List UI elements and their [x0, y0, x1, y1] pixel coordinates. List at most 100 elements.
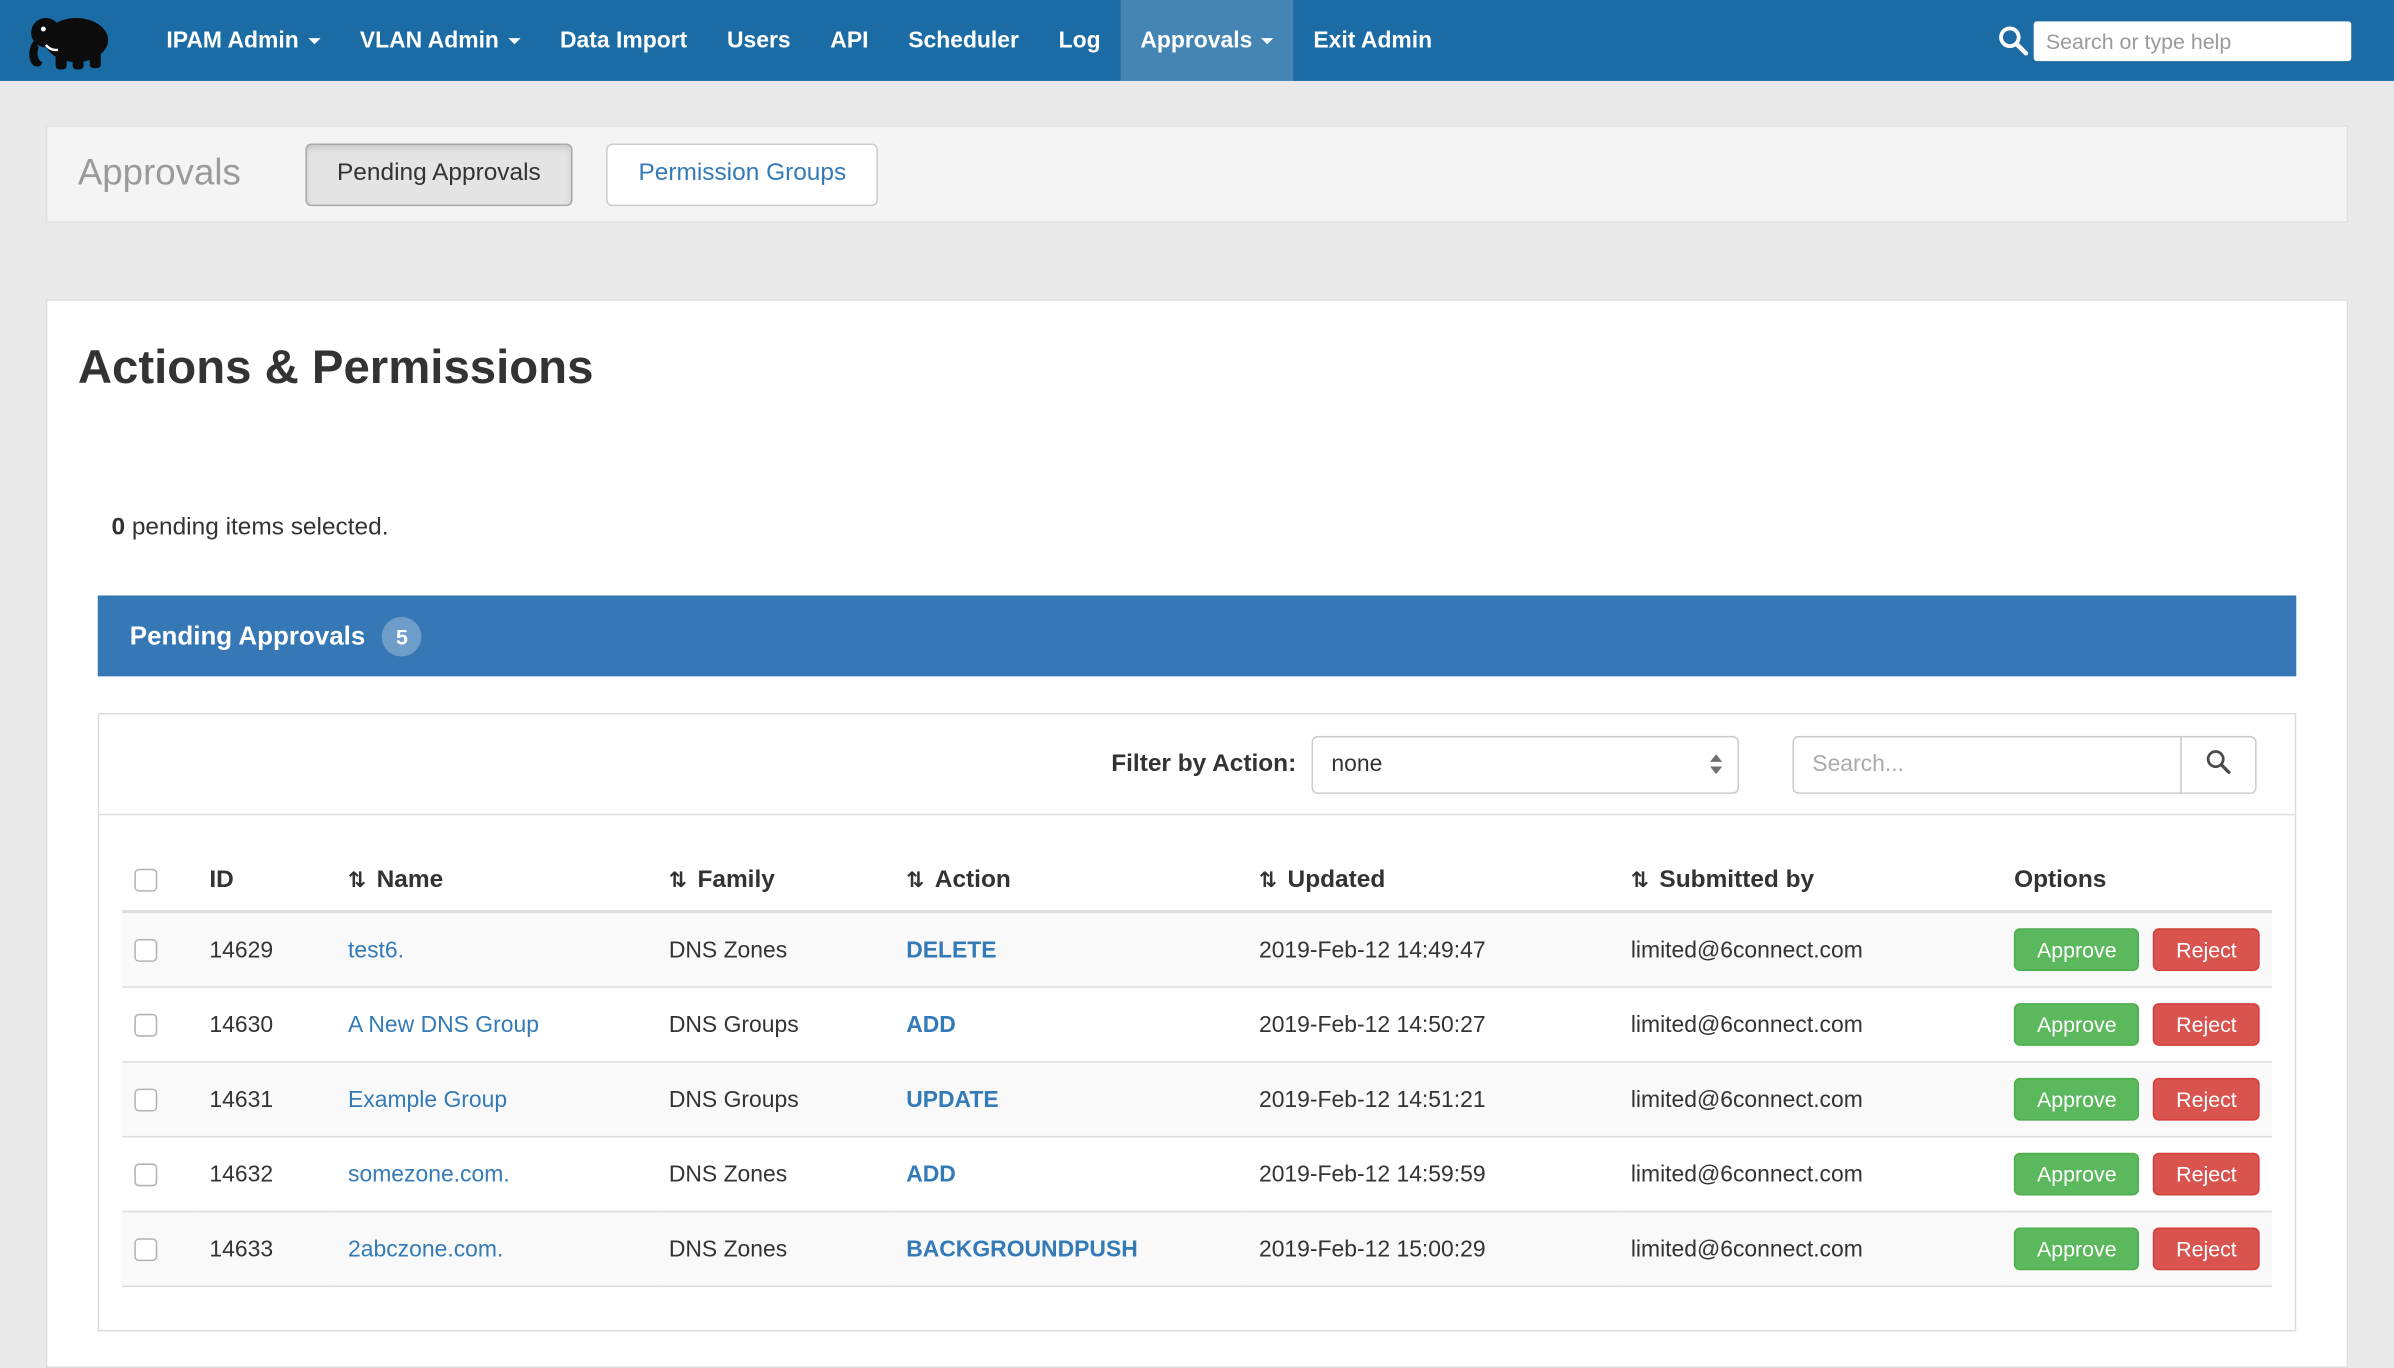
sort-icon: ⇅: [906, 867, 924, 891]
row-checkbox[interactable]: [134, 1089, 157, 1112]
cell-action: DELETE: [894, 911, 1247, 987]
record-link[interactable]: Example Group: [348, 1086, 507, 1112]
cell-submitted-by: limited@6connect.com: [1619, 1212, 2002, 1287]
cell-checkbox: [122, 911, 197, 987]
main-panel: Actions & Permissions 0 pending items se…: [46, 299, 2348, 1368]
page-title: Actions & Permissions: [78, 340, 2347, 395]
table-row: 14629test6.DNS ZonesDELETE2019-Feb-12 14…: [122, 911, 2272, 987]
reject-button[interactable]: Reject: [2153, 1228, 2259, 1271]
column-label: Submitted by: [1659, 867, 1814, 893]
column-header-submitted-by[interactable]: ⇅ Submitted by: [1619, 852, 2002, 912]
column-header-updated[interactable]: ⇅Updated: [1247, 852, 1619, 912]
sort-icon: ⇅: [1631, 867, 1649, 891]
nav-item-ipam-admin[interactable]: IPAM Admin: [147, 0, 340, 81]
nav-item-exit-admin[interactable]: Exit Admin: [1294, 0, 1452, 81]
approve-button[interactable]: Approve: [2014, 1078, 2139, 1121]
cell-name: A New DNS Group: [336, 987, 657, 1062]
cell-name: 2abczone.com.: [336, 1212, 657, 1287]
select-arrows-icon: [1710, 754, 1722, 774]
caret-down-icon: [508, 37, 520, 43]
reject-button[interactable]: Reject: [2153, 928, 2259, 971]
row-checkbox[interactable]: [134, 1238, 157, 1261]
column-label: ID: [209, 867, 233, 893]
provision-elephant-logo[interactable]: [27, 8, 116, 72]
help-search-input[interactable]: [2034, 21, 2352, 61]
nav-item-label: Log: [1059, 27, 1101, 53]
cell-submitted-by: limited@6connect.com: [1619, 1062, 2002, 1137]
action-filter-select[interactable]: none: [1312, 735, 1740, 793]
selected-filter-value: none: [1331, 751, 1382, 777]
row-checkbox[interactable]: [134, 1163, 157, 1186]
cell-updated: 2019-Feb-12 14:59:59: [1247, 1137, 1619, 1212]
tab-pending-approvals[interactable]: Pending Approvals: [305, 143, 573, 206]
panel-title: Pending Approvals: [130, 621, 366, 652]
caret-down-icon: [1261, 37, 1273, 43]
nav-item-log[interactable]: Log: [1039, 0, 1121, 81]
record-link[interactable]: A New DNS Group: [348, 1011, 539, 1037]
cell-checkbox: [122, 1062, 197, 1137]
action-label: DELETE: [906, 937, 996, 963]
cell-submitted-by: limited@6connect.com: [1619, 987, 2002, 1062]
tab-permission-groups[interactable]: Permission Groups: [606, 143, 878, 206]
table-row: 14631Example GroupDNS GroupsUPDATE2019-F…: [122, 1062, 2272, 1137]
nav-item-scheduler[interactable]: Scheduler: [888, 0, 1038, 81]
approve-button[interactable]: Approve: [2014, 1003, 2139, 1046]
column-header-id: ID: [197, 852, 336, 912]
selected-summary: 0 pending items selected.: [111, 515, 2346, 542]
nav-item-users[interactable]: Users: [707, 0, 810, 81]
cell-checkbox: [122, 1212, 197, 1287]
nav-item-label: IPAM Admin: [166, 27, 298, 53]
approve-button[interactable]: Approve: [2014, 1228, 2139, 1271]
table-header-row: ID⇅Name⇅Family⇅Action⇅Updated⇅Submitted …: [122, 852, 2272, 912]
cell-name: somezone.com.: [336, 1137, 657, 1212]
cell-updated: 2019-Feb-12 14:49:47: [1247, 911, 1619, 987]
cell-action: BACKGROUNDPUSH: [894, 1212, 1247, 1287]
table-search-group: [1792, 735, 2256, 793]
cell-name: Example Group: [336, 1062, 657, 1137]
search-icon[interactable]: [1997, 24, 2029, 56]
section-title: Approvals: [78, 153, 241, 196]
nav-item-approvals[interactable]: Approvals: [1120, 0, 1293, 81]
cell-submitted-by: limited@6connect.com: [1619, 1137, 2002, 1212]
record-link[interactable]: 2abczone.com.: [348, 1236, 503, 1262]
reject-button[interactable]: Reject: [2153, 1003, 2259, 1046]
table-row: 14630A New DNS GroupDNS GroupsADD2019-Fe…: [122, 987, 2272, 1062]
record-link[interactable]: test6.: [348, 937, 404, 963]
search-icon: [2205, 748, 2232, 780]
reject-button[interactable]: Reject: [2153, 1078, 2259, 1121]
cell-submitted-by: limited@6connect.com: [1619, 911, 2002, 987]
cell-options: Approve Reject: [2002, 1062, 2272, 1137]
cell-family: DNS Groups: [657, 987, 894, 1062]
nav-item-api[interactable]: API: [810, 0, 888, 81]
caret-down-icon: [308, 37, 320, 43]
sort-icon: ⇅: [348, 867, 366, 891]
cell-options: Approve Reject: [2002, 987, 2272, 1062]
nav-item-label: Users: [727, 27, 791, 53]
cell-id: 14629: [197, 911, 336, 987]
nav-item-label: Scheduler: [908, 27, 1019, 53]
nav-item-data-import[interactable]: Data Import: [540, 0, 707, 81]
row-checkbox[interactable]: [134, 939, 157, 962]
column-header-name[interactable]: ⇅Name: [336, 852, 657, 912]
record-link[interactable]: somezone.com.: [348, 1161, 510, 1187]
cell-options: Approve Reject: [2002, 1137, 2272, 1212]
cell-updated: 2019-Feb-12 14:50:27: [1247, 987, 1619, 1062]
nav-item-label: VLAN Admin: [360, 27, 499, 53]
nav-item-label: Data Import: [560, 27, 687, 53]
approvals-header-bar: Approvals Pending Approvals Permission G…: [46, 125, 2348, 223]
table-search-button[interactable]: [2180, 735, 2256, 793]
cell-action: ADD: [894, 1137, 1247, 1212]
table-search-input[interactable]: [1792, 735, 2181, 793]
approve-button[interactable]: Approve: [2014, 1153, 2139, 1196]
cell-checkbox: [122, 1137, 197, 1212]
column-label: Updated: [1288, 867, 1386, 893]
select-all-checkbox[interactable]: [134, 869, 157, 892]
column-header-family[interactable]: ⇅Family: [657, 852, 894, 912]
approve-button[interactable]: Approve: [2014, 928, 2139, 971]
nav-item-vlan-admin[interactable]: VLAN Admin: [340, 0, 540, 81]
selected-count: 0: [111, 515, 125, 541]
reject-button[interactable]: Reject: [2153, 1153, 2259, 1196]
pending-approvals-panel-header: Pending Approvals 5: [98, 595, 2297, 676]
column-header-action[interactable]: ⇅Action: [894, 852, 1247, 912]
row-checkbox[interactable]: [134, 1014, 157, 1037]
